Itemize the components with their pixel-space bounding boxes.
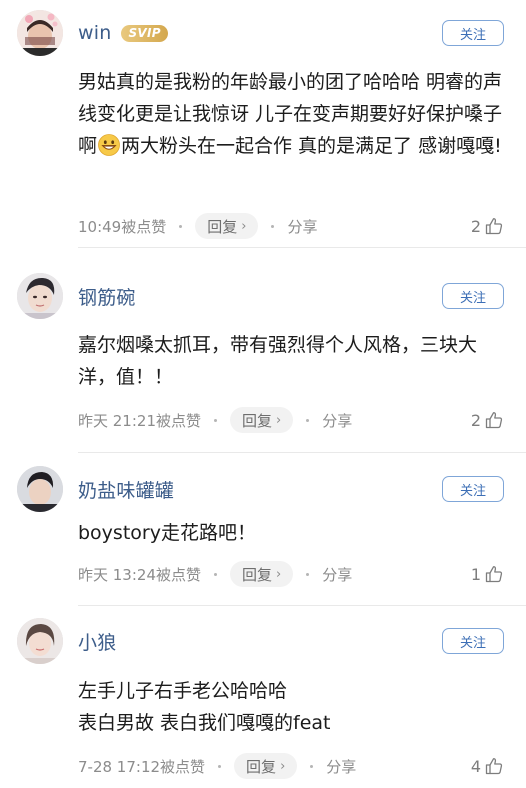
grinning-face-emoji-icon bbox=[98, 134, 120, 156]
like-button[interactable]: 4 bbox=[471, 756, 504, 776]
avatar-image-icon bbox=[17, 10, 63, 56]
comment-text: 男姑真的是我粉的年龄最小的团了哈哈哈 明睿的声线变化更是让我惊讶 儿子在变声期要… bbox=[78, 66, 504, 162]
separator-dot bbox=[214, 572, 217, 576]
username[interactable]: 奶盐味罐罐 bbox=[78, 476, 174, 503]
chevron-right-icon: › bbox=[276, 412, 282, 428]
follow-button[interactable]: 关注 bbox=[442, 20, 504, 46]
liked-time: 昨天 21:21被点赞 bbox=[78, 411, 201, 430]
reply-label: 回复 bbox=[246, 757, 277, 776]
comment-text-part: 两大粉头在一起合作 真的是满足了 感谢嘎嘎! bbox=[121, 135, 502, 157]
separator-dot bbox=[310, 764, 314, 768]
reply-label: 回复 bbox=[242, 411, 273, 430]
separator-dot bbox=[306, 572, 310, 576]
comment-text: 嘉尔烟嗓太抓耳，带有强烈得个人风格，三块大洋，值！！ bbox=[78, 329, 504, 393]
comment-line: 嘉尔烟嗓太抓耳，带有强烈得个人风格，三块大洋，值！！ bbox=[78, 334, 478, 388]
name-row: 奶盐味罐罐 bbox=[78, 466, 174, 512]
like-button[interactable]: 2 bbox=[471, 410, 504, 430]
thumbs-up-icon bbox=[485, 566, 503, 583]
avatar[interactable] bbox=[17, 466, 63, 512]
like-button[interactable]: 2 bbox=[471, 216, 504, 236]
name-row: 钢筋碗 bbox=[78, 273, 136, 319]
comment-line: boystory走花路吧！ bbox=[78, 522, 256, 544]
username[interactable]: 钢筋碗 bbox=[78, 283, 136, 310]
name-row: 小狼 bbox=[78, 618, 116, 664]
reply-label: 回复 bbox=[207, 217, 238, 236]
thumbs-up-icon bbox=[485, 412, 503, 429]
chevron-right-icon: › bbox=[276, 566, 282, 582]
like-count: 2 bbox=[470, 216, 481, 236]
username[interactable]: 小狼 bbox=[78, 628, 116, 655]
svip-badge: SVIP bbox=[121, 24, 168, 42]
share-button[interactable]: 分享 bbox=[322, 564, 352, 585]
reply-button[interactable]: 回复 › bbox=[230, 407, 294, 433]
share-button[interactable]: 分享 bbox=[287, 216, 317, 237]
thumbs-up-icon bbox=[485, 218, 503, 235]
avatar[interactable] bbox=[17, 10, 63, 56]
reply-label: 回复 bbox=[242, 565, 273, 584]
comment-text: boystory走花路吧！ bbox=[78, 517, 504, 549]
like-button[interactable]: 1 bbox=[471, 564, 504, 584]
separator-dot bbox=[218, 764, 222, 768]
follow-button[interactable]: 关注 bbox=[442, 628, 504, 654]
comment-item: 小狼 关注 左手儿子右手老公哈哈哈 表白男故 表白我们嘎嘎的feat 7-28 … bbox=[0, 606, 526, 788]
avatar-image-icon bbox=[17, 273, 63, 319]
like-count: 1 bbox=[470, 564, 481, 584]
comment-meta-row: 10:49被点赞 回复 › 分享 2 bbox=[78, 212, 504, 240]
comment-item: 钢筋碗 关注 嘉尔烟嗓太抓耳，带有强烈得个人风格，三块大洋，值！！ 昨天 21:… bbox=[0, 248, 526, 453]
comment-text: 左手儿子右手老公哈哈哈 表白男故 表白我们嘎嘎的feat bbox=[78, 675, 504, 739]
avatar-image-icon bbox=[17, 466, 63, 512]
separator-dot bbox=[306, 418, 310, 422]
comment-meta-row: 昨天 21:21被点赞 回复 › 分享 2 bbox=[78, 406, 504, 434]
comment-meta-row: 7-28 17:12被点赞 回复 › 分享 4 bbox=[78, 752, 504, 780]
chevron-right-icon: › bbox=[280, 758, 286, 774]
separator-dot bbox=[214, 418, 217, 422]
like-count: 4 bbox=[470, 756, 481, 776]
comment-line: 左手儿子右手老公哈哈哈 bbox=[78, 680, 288, 702]
separator-dot bbox=[271, 224, 275, 228]
share-button[interactable]: 分享 bbox=[322, 410, 352, 431]
reply-button[interactable]: 回复 › bbox=[234, 753, 298, 779]
comment-meta-row: 昨天 13:24被点赞 回复 › 分享 1 bbox=[78, 560, 504, 588]
share-button[interactable]: 分享 bbox=[326, 756, 356, 777]
name-row: win SVIP bbox=[78, 10, 168, 56]
liked-time: 7-28 17:12被点赞 bbox=[78, 757, 206, 776]
liked-time: 昨天 13:24被点赞 bbox=[78, 565, 201, 584]
chevron-right-icon: › bbox=[241, 218, 247, 234]
avatar-image-icon bbox=[17, 618, 63, 664]
reply-button[interactable]: 回复 › bbox=[230, 561, 294, 587]
reply-button[interactable]: 回复 › bbox=[195, 213, 259, 239]
avatar[interactable] bbox=[17, 273, 63, 319]
follow-button[interactable]: 关注 bbox=[442, 476, 504, 502]
liked-time: 10:49被点赞 bbox=[78, 217, 167, 236]
avatar[interactable] bbox=[17, 618, 63, 664]
comment-item: 奶盐味罐罐 关注 boystory走花路吧！ 昨天 13:24被点赞 回复 › 分… bbox=[0, 453, 526, 606]
username[interactable]: win bbox=[78, 22, 111, 44]
comment-feed: win SVIP 关注 男姑真的是我粉的年龄最小的团了哈哈哈 明睿的声线变化更是… bbox=[0, 0, 526, 788]
comment-item: win SVIP 关注 男姑真的是我粉的年龄最小的团了哈哈哈 明睿的声线变化更是… bbox=[0, 10, 526, 248]
follow-button[interactable]: 关注 bbox=[442, 283, 504, 309]
separator-dot bbox=[179, 224, 183, 228]
thumbs-up-icon bbox=[485, 758, 503, 775]
like-count: 2 bbox=[470, 410, 481, 430]
comment-line: 表白男故 表白我们嘎嘎的feat bbox=[78, 712, 331, 734]
